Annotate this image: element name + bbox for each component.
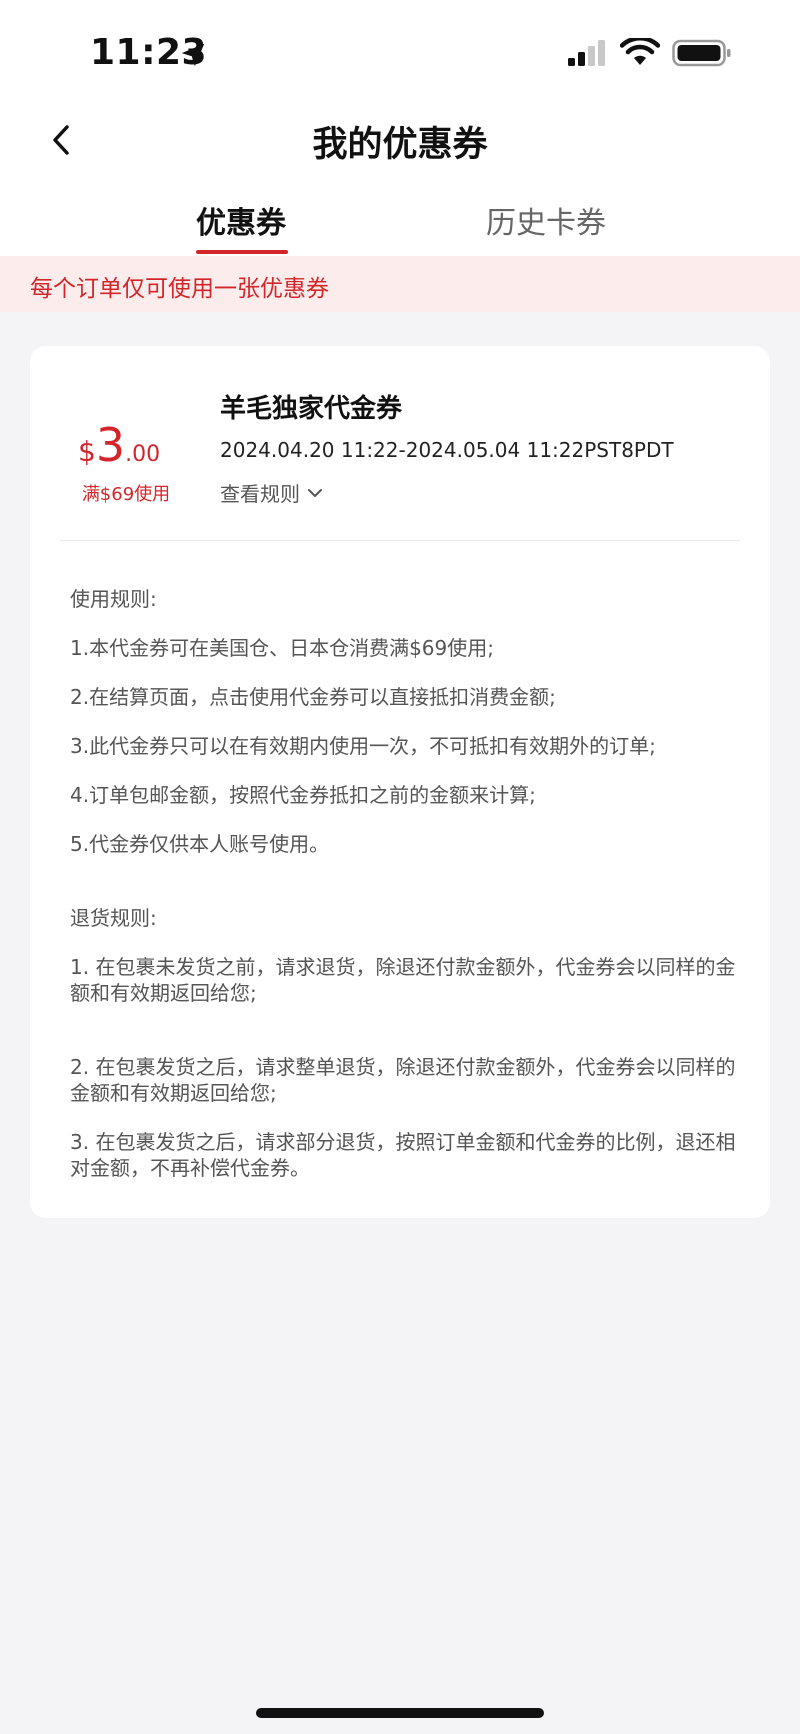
coupon-amount-integer: 3 <box>95 418 126 472</box>
usage-rules-heading: 使用规则: <box>70 587 157 611</box>
coupon-amount-decimal: .00 <box>125 442 161 467</box>
usage-rule-item: 3.此代金券只可以在有效期内使用一次，不可抵扣有效期外的订单; <box>70 734 656 758</box>
tab-coupons[interactable]: 优惠券 <box>196 198 286 242</box>
battery-icon <box>672 39 731 67</box>
location-arrow-icon <box>181 43 205 67</box>
return-rules-heading: 退货规则: <box>70 906 157 930</box>
return-rule-item: 1. 在包裹未发货之前，请求退货，除退还付款金额外，代金券会以同样的金额和有效期… <box>70 955 736 1005</box>
rules-section: 使用规则: 1.本代金券可在美国仓、日本仓消费满$69使用; 2.在结算页面，点… <box>70 586 750 1204</box>
usage-rule-item: 1.本代金券可在美国仓、日本仓消费满$69使用; <box>70 636 494 660</box>
view-rules-label: 查看规则 <box>220 482 300 506</box>
wifi-icon <box>620 38 660 65</box>
top-bar: 11:23 我的优惠券 优惠券 历史卡券 <box>0 0 800 256</box>
tab-history-cards[interactable]: 历史卡券 <box>486 198 606 242</box>
signal-icon <box>568 40 605 66</box>
return-rule-item: 2. 在包裹发货之后，请求整单退货，除退还付款金额外，代金券会以同样的金额和有效… <box>70 1055 736 1105</box>
usage-rule-item: 4.订单包邮金额，按照代金券抵扣之前的金额来计算; <box>70 783 536 807</box>
page-title: 我的优惠券 <box>312 125 488 165</box>
notice-text: 每个订单仅可使用一张优惠券 <box>30 276 329 302</box>
usage-rule-item: 2.在结算页面，点击使用代金券可以直接抵扣消费金额; <box>70 685 556 709</box>
notice-banner: 每个订单仅可使用一张优惠券 <box>0 256 800 312</box>
usage-rule-item: 5.代金券仅供本人账号使用。 <box>70 832 330 856</box>
chevron-down-icon <box>308 488 322 497</box>
coupon-name: 羊毛独家代金券 <box>220 394 403 424</box>
coupon-card: $3.00 满$69使用 羊毛独家代金券 2024.04.20 11:22-20… <box>30 346 770 1218</box>
active-tab-indicator <box>196 250 288 254</box>
coupon-currency: $ <box>78 435 96 468</box>
coupon-amount: $3.00 <box>78 418 160 472</box>
return-rule-item: 3. 在包裹发货之后，请求部分退货，按照订单金额和代金券的比例，退还相对金额，不… <box>70 1130 736 1180</box>
home-indicator <box>256 1708 544 1718</box>
coupon-validity: 2024.04.20 11:22-2024.05.04 11:22PST8PDT <box>220 438 674 462</box>
divider <box>60 540 740 541</box>
view-rules-toggle[interactable]: 查看规则 <box>220 478 324 507</box>
coupon-threshold: 满$69使用 <box>81 484 171 505</box>
